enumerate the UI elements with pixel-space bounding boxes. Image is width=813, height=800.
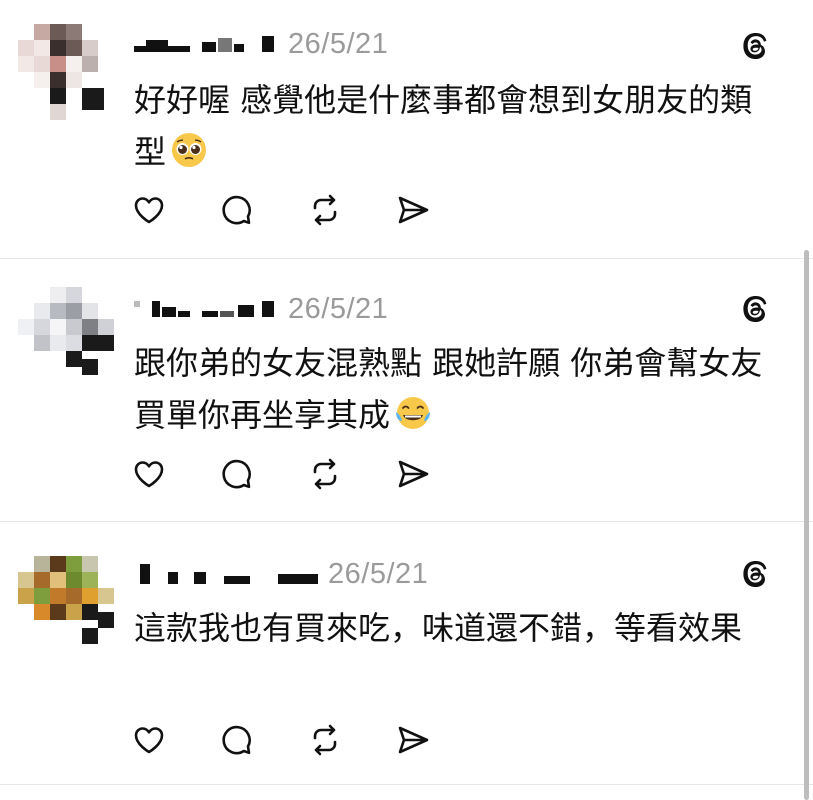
share-button[interactable] xyxy=(396,454,484,494)
comment-icon xyxy=(222,459,251,489)
scrollbar[interactable] xyxy=(804,250,809,800)
like-button[interactable] xyxy=(132,720,220,760)
post-header: 26/5/21 xyxy=(134,289,388,329)
post-text: 跟你弟的女友混熟點 跟她許願 你弟會幫女友買單你再坐享其成 xyxy=(134,337,784,441)
post-date: 26/5/21 xyxy=(328,557,429,590)
send-icon xyxy=(398,460,429,488)
post-divider xyxy=(0,784,813,785)
post-actions xyxy=(132,190,484,230)
avatar[interactable] xyxy=(18,556,114,652)
send-icon xyxy=(398,726,429,754)
post-text-content: 這款我也有買來吃，味道還不錯，等看效果 xyxy=(134,609,743,647)
avatar[interactable] xyxy=(18,24,114,120)
post-text-content: 跟你弟的女友混熟點 跟她許願 你弟會幫女友買單你再坐享其成 xyxy=(134,344,763,434)
repost-button[interactable] xyxy=(308,454,396,494)
post-text: 這款我也有買來吃，味道還不錯，等看效果 xyxy=(134,602,784,654)
heart-icon xyxy=(134,727,164,754)
send-icon xyxy=(398,196,429,224)
face-with-tears-of-joy-icon xyxy=(396,397,431,429)
repost-icon xyxy=(313,458,337,490)
post-actions xyxy=(132,720,484,760)
post-actions xyxy=(132,454,484,494)
post-2: 26/5/21 跟你弟的女友混熟點 跟她許願 你弟會幫女友買單你再坐享其成 xyxy=(0,259,813,521)
post-text: 好好喔 感覺他是什麼事都會想到女朋友的類型 xyxy=(134,74,784,178)
heart-icon xyxy=(134,197,164,224)
threads-logo-icon[interactable] xyxy=(739,293,771,325)
avatar[interactable] xyxy=(18,287,114,383)
share-button[interactable] xyxy=(396,190,484,230)
repost-icon xyxy=(313,194,337,226)
username-redacted[interactable] xyxy=(134,562,324,586)
repost-button[interactable] xyxy=(308,720,396,760)
username-redacted[interactable] xyxy=(134,32,284,56)
reply-button[interactable] xyxy=(220,720,308,760)
username-redacted[interactable] xyxy=(134,297,284,321)
post-date: 26/5/21 xyxy=(288,27,389,60)
post-3: 26/5/21 這款我也有買來吃，味道還不錯，等看效果 xyxy=(0,522,813,784)
like-button[interactable] xyxy=(132,454,220,494)
threads-logo-icon[interactable] xyxy=(739,30,771,62)
post-header: 26/5/21 xyxy=(134,554,428,594)
reply-button[interactable] xyxy=(220,190,308,230)
repost-icon xyxy=(313,724,337,756)
post-1: 26/5/21 好好喔 感覺他是什麼事都會想到女朋友的類型 xyxy=(0,0,813,258)
share-button[interactable] xyxy=(396,720,484,760)
heart-icon xyxy=(134,461,164,488)
repost-button[interactable] xyxy=(308,190,396,230)
comment-icon xyxy=(222,725,251,755)
pleading-face-icon xyxy=(172,133,207,167)
comment-icon xyxy=(222,195,251,225)
like-button[interactable] xyxy=(132,190,220,230)
post-text-content: 好好喔 感覺他是什麼事都會想到女朋友的類型 xyxy=(134,81,753,171)
post-date: 26/5/21 xyxy=(288,292,389,325)
post-header: 26/5/21 xyxy=(134,24,388,64)
threads-logo-icon[interactable] xyxy=(739,558,771,590)
reply-button[interactable] xyxy=(220,454,308,494)
